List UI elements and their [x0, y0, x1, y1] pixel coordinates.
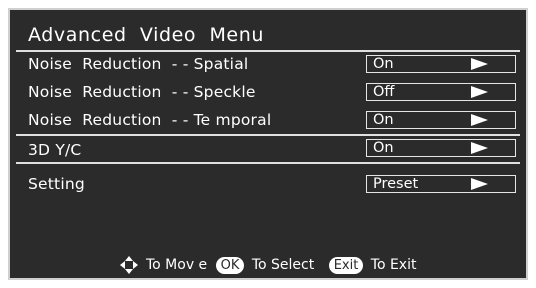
3d-yc-value-box[interactable]: On — [366, 139, 516, 157]
value-text: On — [373, 140, 394, 156]
menu-item-label: Noise Reduction - - Speckle — [28, 83, 256, 101]
value-text: On — [373, 56, 394, 72]
menu-item-3d-yc[interactable]: 3D Y/C On — [16, 136, 520, 160]
play-arrow-icon — [471, 142, 488, 154]
menu-item-setting[interactable]: Setting Preset — [16, 172, 520, 196]
value-text: Preset — [373, 176, 419, 192]
menu-item-label: Setting — [28, 175, 85, 193]
play-arrow-icon — [471, 114, 488, 126]
play-arrow-icon — [471, 178, 488, 190]
noise-spatial-value-box[interactable]: On — [366, 55, 516, 73]
ok-key-badge: OK — [215, 256, 245, 274]
move-hint: To Mov e — [145, 257, 208, 273]
button-help-bar: To Mov e OK To Select Exit To Exit — [10, 254, 526, 276]
setting-value-box[interactable]: Preset — [366, 175, 516, 193]
value-text: On — [373, 112, 394, 128]
menu-item-label: 3D Y/C — [28, 141, 82, 159]
menu-item-noise-reduction-spatial[interactable]: Noise Reduction - - Spatial On — [16, 52, 520, 76]
menu-title: Advanced Video Menu — [28, 24, 265, 46]
four-way-arrow-icon — [119, 256, 138, 274]
play-arrow-icon — [471, 58, 488, 70]
exit-key-badge: Exit — [328, 256, 364, 274]
menu-item-noise-reduction-temporal[interactable]: Noise Reduction - - Te mporal On — [16, 108, 520, 132]
play-arrow-icon — [471, 86, 488, 98]
menu-item-noise-reduction-speckle[interactable]: Noise Reduction - - Speckle Off — [16, 80, 520, 104]
row-divider-bottom — [16, 162, 520, 164]
noise-speckle-value-box[interactable]: Off — [366, 83, 516, 101]
noise-temporal-value-box[interactable]: On — [366, 111, 516, 129]
menu-item-label: Noise Reduction - - Te mporal — [28, 111, 272, 129]
advanced-video-menu-panel: Advanced Video Menu Noise Reduction - - … — [8, 8, 528, 280]
exit-hint: To Exit — [370, 257, 417, 273]
select-hint: To Select — [251, 257, 315, 273]
menu-item-label: Noise Reduction - - Spatial — [28, 55, 249, 73]
value-text: Off — [373, 84, 395, 100]
